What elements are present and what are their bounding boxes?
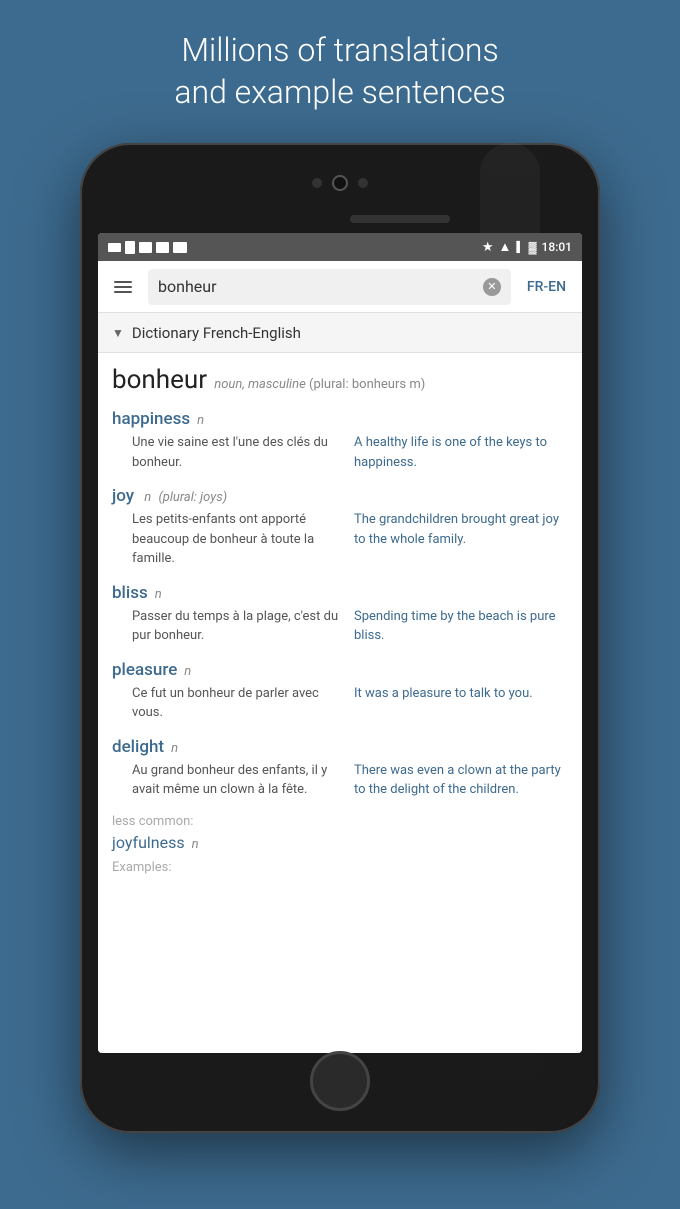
- search-input-box[interactable]: bonheur ✕: [148, 269, 511, 305]
- dictionary-header: ▼ Dictionary French-English: [98, 313, 582, 353]
- entry-happiness: happiness n Une vie saine est l'une des …: [112, 409, 568, 472]
- entry-joy: joy n (plural: joys) Les petits-enfants …: [112, 486, 568, 569]
- translation-pos: n: [155, 587, 162, 602]
- hamburger-menu[interactable]: [108, 275, 138, 299]
- less-common-word-row: joyfulness n: [112, 833, 568, 852]
- phone-shell: ★ ▲ ▌ ▓ 18:01 bonheur ✕: [80, 143, 600, 1133]
- translation-word[interactable]: happiness: [112, 409, 190, 429]
- translation-pos: n: [171, 741, 178, 756]
- translation-word[interactable]: delight: [112, 737, 164, 757]
- hamburger-line1: [114, 281, 132, 283]
- notification-icon4: [156, 242, 169, 253]
- entry-word-row: pleasure n: [112, 660, 568, 680]
- less-common-label: less common:: [112, 814, 568, 829]
- translation-word[interactable]: joy: [112, 486, 134, 506]
- translation-word[interactable]: bliss: [112, 583, 148, 603]
- hero-line2: and example sentences: [174, 73, 505, 111]
- language-toggle[interactable]: FR-EN: [521, 275, 572, 299]
- translation-pos: n: [197, 413, 204, 428]
- example-en: There was even a clown at the party to t…: [354, 761, 568, 800]
- example-fr: Au grand bonheur des enfants, il y avait…: [132, 761, 346, 800]
- word-pos: noun, masculine: [211, 377, 306, 392]
- notification-icon3: [139, 242, 152, 253]
- hero-line1: Millions of translations: [181, 31, 498, 69]
- word-plural: (plural: bonheurs m): [306, 377, 426, 392]
- notification-icon1: [108, 243, 121, 252]
- signal-icon: ▌: [516, 242, 523, 253]
- home-button[interactable]: [310, 1051, 370, 1111]
- dictionary-title: Dictionary French-English: [132, 324, 301, 342]
- translation-pos: n: [184, 664, 191, 679]
- entry-word-row: joy n (plural: joys): [112, 486, 568, 506]
- entry-word-row: happiness n: [112, 409, 568, 429]
- example-en: A healthy life is one of the keys to hap…: [354, 433, 568, 472]
- less-common-pos: n: [192, 837, 199, 852]
- camera-lens: [332, 175, 348, 191]
- search-query: bonheur: [158, 277, 216, 296]
- examples-label: Examples:: [112, 860, 568, 875]
- example-row: Au grand bonheur des enfants, il y avait…: [112, 761, 568, 800]
- battery-icon: ▓: [529, 241, 537, 254]
- example-fr: Passer du temps à la plage, c'est du pur…: [132, 607, 346, 646]
- example-fr: Ce fut un bonheur de parler avec vous.: [132, 684, 346, 723]
- notification-icon5: [173, 242, 187, 253]
- hamburger-line3: [114, 291, 132, 293]
- example-en: It was a pleasure to talk to you.: [354, 684, 568, 723]
- example-row: Ce fut un bonheur de parler avec vous. I…: [112, 684, 568, 723]
- example-en: Spending time by the beach is pure bliss…: [354, 607, 568, 646]
- hero-section: Millions of translations and example sen…: [114, 0, 565, 133]
- example-row: Passer du temps à la plage, c'est du pur…: [112, 607, 568, 646]
- dictionary-content: bonheur noun, masculine (plural: bonheur…: [98, 353, 582, 1053]
- status-icons-left: [108, 241, 187, 254]
- less-common-section: less common: joyfulness n: [112, 814, 568, 852]
- translation-word[interactable]: pleasure: [112, 660, 177, 680]
- status-bar: ★ ▲ ▌ ▓ 18:01: [98, 233, 582, 261]
- translation-plural: (plural: joys): [158, 490, 227, 505]
- bluetooth-icon: ★: [482, 240, 494, 255]
- example-row: Les petits-enfants ont apporté beaucoup …: [112, 510, 568, 569]
- main-word: bonheur: [112, 365, 207, 395]
- less-common-word[interactable]: joyfulness: [112, 833, 185, 852]
- entry-word-row: delight n: [112, 737, 568, 757]
- phone-container: ★ ▲ ▌ ▓ 18:01 bonheur ✕: [80, 143, 600, 1133]
- clear-button[interactable]: ✕: [483, 278, 501, 296]
- example-row: Une vie saine est l'une des clés du bonh…: [112, 433, 568, 472]
- sensor-dot2: [358, 178, 368, 188]
- search-bar: bonheur ✕ FR-EN: [98, 261, 582, 313]
- entry-delight: delight n Au grand bonheur des enfants, …: [112, 737, 568, 800]
- phone-camera: [312, 175, 368, 191]
- status-right: ★ ▲ ▌ ▓ 18:01: [482, 239, 572, 255]
- sensor-dot: [312, 178, 322, 188]
- entry-bliss: bliss n Passer du temps à la plage, c'es…: [112, 583, 568, 646]
- phone-screen: ★ ▲ ▌ ▓ 18:01 bonheur ✕: [98, 233, 582, 1053]
- word-header: bonheur noun, masculine (plural: bonheur…: [112, 365, 568, 397]
- speaker-bar: [350, 215, 450, 223]
- clock: 18:01: [542, 240, 572, 254]
- wifi-icon: ▲: [499, 239, 512, 255]
- translation-pos: n: [141, 490, 154, 505]
- notification-icon2: [125, 241, 135, 254]
- entry-word-row: bliss n: [112, 583, 568, 603]
- example-fr: Les petits-enfants ont apporté beaucoup …: [132, 510, 346, 569]
- entry-pleasure: pleasure n Ce fut un bonheur de parler a…: [112, 660, 568, 723]
- hamburger-line2: [114, 286, 132, 288]
- collapse-arrow[interactable]: ▼: [112, 326, 124, 340]
- example-fr: Une vie saine est l'une des clés du bonh…: [132, 433, 346, 472]
- example-en: The grandchildren brought great joy to t…: [354, 510, 568, 569]
